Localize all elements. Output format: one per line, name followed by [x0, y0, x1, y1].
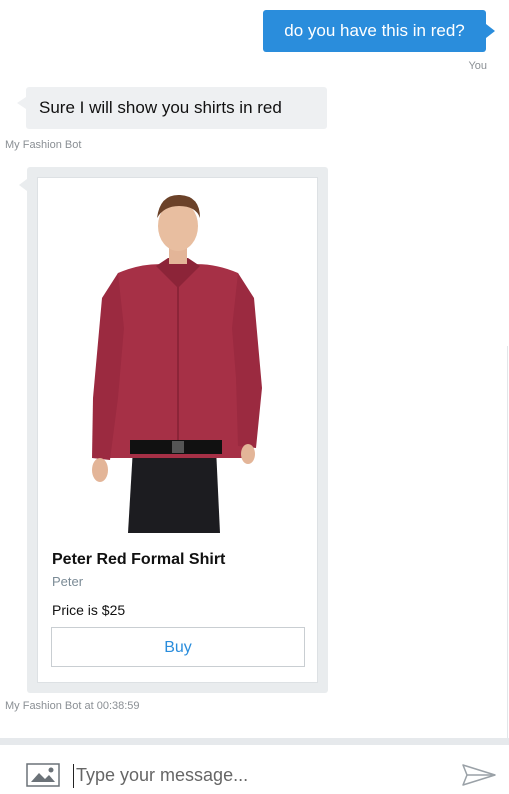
- bot-message-bubble: Sure I will show you shirts in red: [17, 87, 327, 129]
- buy-button[interactable]: Buy: [51, 627, 305, 667]
- message-input[interactable]: [76, 759, 436, 791]
- bot-sender-label: My Fashion Bot: [5, 139, 82, 151]
- product-brand: Peter: [52, 574, 84, 589]
- composer-divider: [0, 738, 509, 745]
- scroll-edge: [507, 346, 508, 794]
- user-sender-label: You: [468, 60, 487, 72]
- product-title: Peter Red Formal Shirt: [52, 551, 226, 568]
- product-card-container: Peter Red Formal Shirt Peter Price is $2…: [19, 167, 328, 693]
- product-card: Peter Red Formal Shirt Peter Price is $2…: [37, 177, 318, 683]
- image-icon[interactable]: [26, 763, 60, 787]
- user-message-bubble: do you have this in red?: [263, 10, 495, 52]
- message-composer: [0, 745, 509, 794]
- product-image: [92, 194, 262, 533]
- message-timestamp: My Fashion Bot at 00:38:59: [5, 700, 140, 712]
- text-cursor: [73, 764, 74, 788]
- send-icon[interactable]: [461, 763, 497, 787]
- product-price: Price is $25: [52, 602, 126, 618]
